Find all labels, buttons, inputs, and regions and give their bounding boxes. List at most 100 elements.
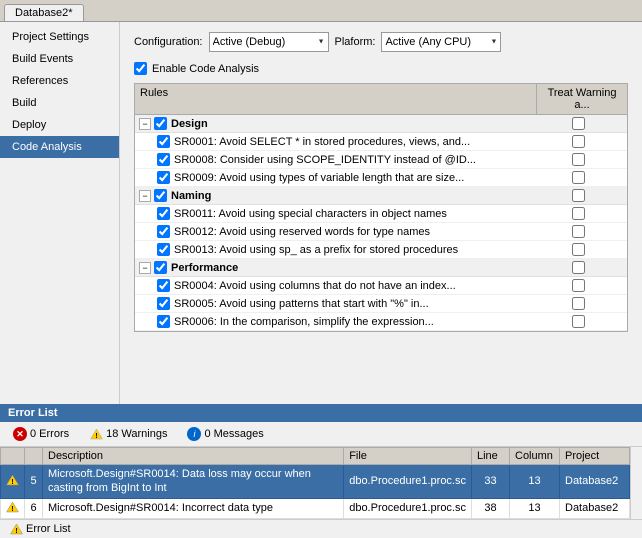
col-empty [1, 448, 25, 465]
sr0006-checkbox[interactable] [157, 315, 170, 328]
info-icon: i [187, 427, 201, 441]
rule-sr0011: SR0011: Avoid using special characters i… [135, 205, 627, 223]
sr0009-text: SR0009: Avoid using types of variable le… [174, 172, 533, 184]
sr0011-checkbox[interactable] [157, 207, 170, 220]
rule-sr0013: SR0013: Avoid using sp_ as a prefix for … [135, 241, 627, 259]
rules-column-header: Rules [135, 84, 537, 114]
col-file: File [344, 448, 472, 465]
naming-category-checkbox[interactable] [154, 189, 167, 202]
sr0005-warning-checkbox[interactable] [572, 297, 585, 310]
warning-triangle-icon: ! [6, 474, 19, 486]
row-5-column: 13 [510, 465, 560, 499]
sr0012-checkbox[interactable] [157, 225, 170, 238]
design-warning-checkbox[interactable] [572, 117, 585, 130]
error-list-header: Error List [0, 404, 642, 422]
sidebar-item-code-analysis[interactable]: Code Analysis [0, 136, 119, 158]
naming-expand-icon[interactable]: − [139, 190, 151, 202]
row-6-description: Microsoft.Design#SR0014: Incorrect data … [43, 498, 344, 518]
col-description: Description [43, 448, 344, 465]
design-category-checkbox[interactable] [154, 117, 167, 130]
rules-header: Rules Treat Warning a... [135, 84, 627, 115]
sr0001-checkbox[interactable] [157, 135, 170, 148]
col-line: Line [472, 448, 510, 465]
error-list-section: Error List ✕ 0 Errors ! 18 Warnings i 0 … [0, 404, 642, 538]
row-6-num: ! [1, 498, 25, 518]
performance-category-label: Performance [171, 262, 533, 274]
performance-category-checkbox[interactable] [154, 261, 167, 274]
sr0011-warning-cell [533, 207, 623, 220]
sidebar-item-build[interactable]: Build [0, 92, 119, 114]
enable-code-analysis-label: Enable Code Analysis [152, 63, 259, 75]
naming-category-label: Naming [171, 190, 533, 202]
col-column: Column [510, 448, 560, 465]
row-6-column: 13 [510, 498, 560, 518]
sr0012-warning-cell [533, 225, 623, 238]
error-table-scroll: Description File Line Column Project ! [0, 447, 630, 519]
tab-bar: Database2* [0, 0, 642, 22]
warning-icon-wrap: ! [89, 427, 103, 441]
sr0009-warning-checkbox[interactable] [572, 171, 585, 184]
row-5-project: Database2 [560, 465, 630, 499]
sr0006-warning-cell [533, 315, 623, 328]
sr0009-warning-cell [533, 171, 623, 184]
sr0011-text: SR0011: Avoid using special characters i… [174, 208, 533, 220]
rule-sr0005: SR0005: Avoid using patterns that start … [135, 295, 627, 313]
rule-sr0001: SR0001: Avoid SELECT * in stored procedu… [135, 133, 627, 151]
sr0001-warning-cell [533, 135, 623, 148]
sr0005-checkbox[interactable] [157, 297, 170, 310]
svg-text:!: ! [11, 506, 13, 513]
category-naming: − Naming [135, 187, 627, 205]
main-container: Project Settings Build Events References… [0, 22, 642, 404]
sr0001-warning-checkbox[interactable] [572, 135, 585, 148]
sr0004-warning-checkbox[interactable] [572, 279, 585, 292]
enable-row: Enable Code Analysis [134, 62, 628, 75]
row-6-index: 6 [25, 498, 43, 518]
sr0013-warning-checkbox[interactable] [572, 243, 585, 256]
error-row-6[interactable]: ! 6 Microsoft.Design#SR0014: Incorrect d… [1, 498, 630, 518]
naming-warning-checkbox[interactable] [572, 189, 585, 202]
error-row-5[interactable]: ! 5 Microsoft.Design#SR0014: Data loss m… [1, 465, 630, 499]
rule-sr0008: SR0008: Consider using SCOPE_IDENTITY in… [135, 151, 627, 169]
category-design: − Design [135, 115, 627, 133]
sr0012-warning-checkbox[interactable] [572, 225, 585, 238]
row-6-file: dbo.Procedure1.proc.sc [344, 498, 472, 518]
sr0004-warning-cell [533, 279, 623, 292]
sr0006-warning-checkbox[interactable] [572, 315, 585, 328]
sr0008-warning-checkbox[interactable] [572, 153, 585, 166]
row-5-file: dbo.Procedure1.proc.sc [344, 465, 472, 499]
sr0011-warning-checkbox[interactable] [572, 207, 585, 220]
sr0009-checkbox[interactable] [157, 171, 170, 184]
config-row: Configuration: Active (Debug) Plaform: A… [134, 32, 628, 52]
database2-tab[interactable]: Database2* [4, 4, 84, 21]
config-select[interactable]: Active (Debug) [209, 32, 329, 52]
sr0013-checkbox[interactable] [157, 243, 170, 256]
sr0008-checkbox[interactable] [157, 153, 170, 166]
row-6-line: 38 [472, 498, 510, 518]
performance-warning-checkbox[interactable] [572, 261, 585, 274]
content-area: Configuration: Active (Debug) Plaform: A… [120, 22, 642, 404]
sidebar-item-references[interactable]: References [0, 70, 119, 92]
scrollbar[interactable] [630, 447, 642, 519]
col-project: Project [560, 448, 630, 465]
error-icon: ✕ [13, 427, 27, 441]
warning-column-header: Treat Warning a... [537, 84, 627, 114]
sr0008-text: SR0008: Consider using SCOPE_IDENTITY in… [174, 154, 533, 166]
sidebar-item-deploy[interactable]: Deploy [0, 114, 119, 136]
row-5-line: 33 [472, 465, 510, 499]
col-icon [25, 448, 43, 465]
naming-warning-cell [533, 189, 623, 202]
performance-expand-icon[interactable]: − [139, 262, 151, 274]
config-label: Configuration: [134, 36, 203, 48]
bottom-error-list-tab[interactable]: ! Error List [4, 522, 77, 536]
sidebar: Project Settings Build Events References… [0, 22, 120, 404]
messages-tab[interactable]: i 0 Messages [178, 424, 272, 444]
errors-tab[interactable]: ✕ 0 Errors [4, 424, 78, 444]
platform-select[interactable]: Active (Any CPU) [381, 32, 501, 52]
sr0004-checkbox[interactable] [157, 279, 170, 292]
design-expand-icon[interactable]: − [139, 118, 151, 130]
sidebar-item-build-events[interactable]: Build Events [0, 48, 119, 70]
rules-table: Rules Treat Warning a... − Design SR0001… [134, 83, 628, 332]
warnings-tab[interactable]: ! 18 Warnings [80, 424, 176, 444]
enable-code-analysis-checkbox[interactable] [134, 62, 147, 75]
sidebar-item-project-settings[interactable]: Project Settings [0, 26, 119, 48]
